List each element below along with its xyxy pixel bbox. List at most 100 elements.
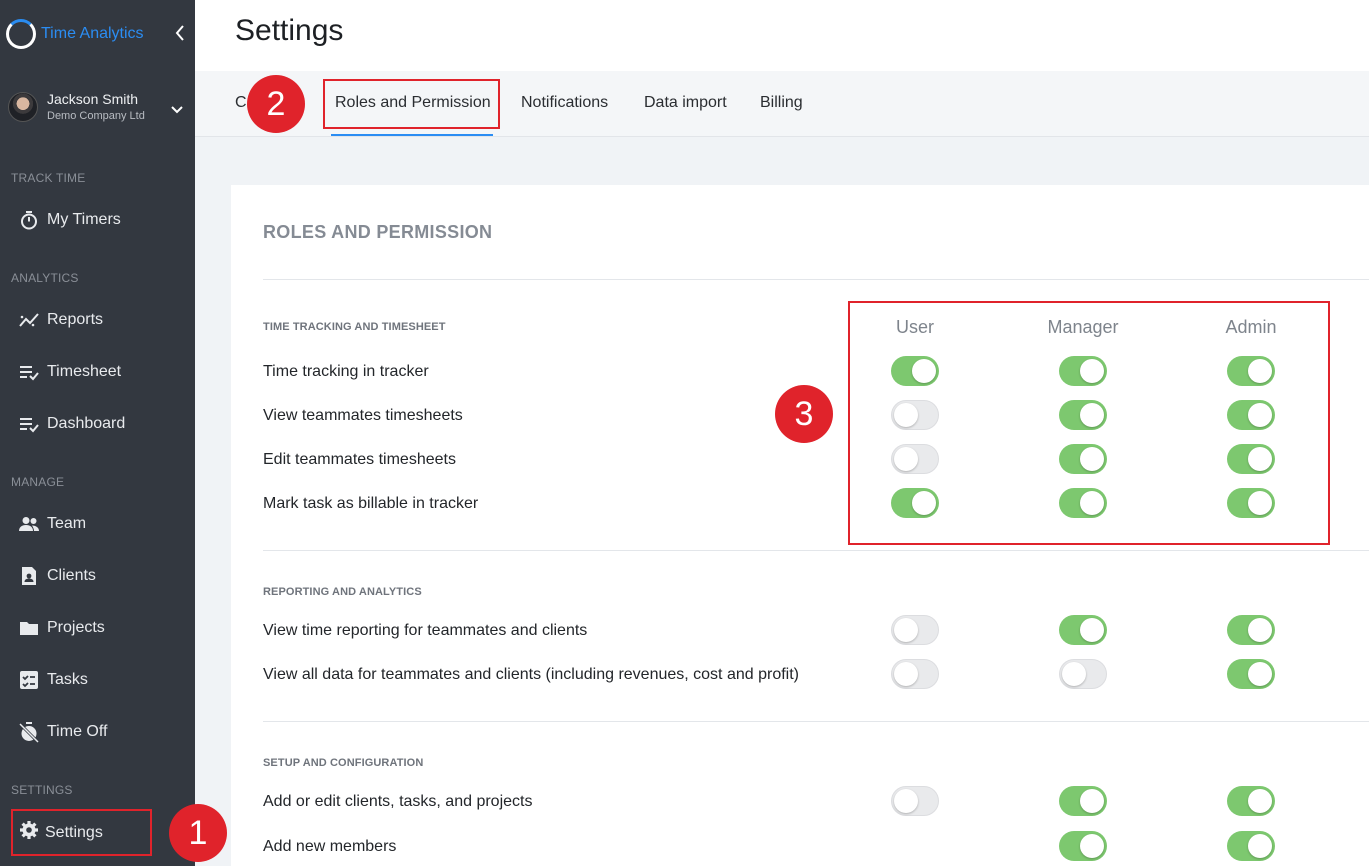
user-company: Demo Company Ltd: [47, 110, 145, 122]
sidebar-item-label: Team: [47, 515, 87, 532]
toggle-user[interactable]: [891, 444, 939, 474]
section-analytics: ANALYTICS: [11, 271, 79, 285]
page-title: Settings: [235, 14, 344, 47]
annotation-marker-2: 2: [247, 75, 305, 133]
toggle-knob: [1248, 403, 1272, 427]
sidebar-item-label: My Timers: [47, 211, 121, 228]
toggle-knob: [912, 359, 936, 383]
group-label-time-tracking: TIME TRACKING AND TIMESHEET: [263, 321, 446, 333]
tasks-icon: [18, 669, 40, 691]
toggle-user[interactable]: [891, 488, 939, 518]
permission-label: View teammates timesheets: [263, 407, 463, 424]
app-name: Time Analytics: [41, 25, 144, 42]
tab-company[interactable]: C: [235, 94, 247, 112]
toggle-knob: [894, 618, 918, 642]
app-logo[interactable]: Time Analytics: [6, 19, 144, 49]
toggle-knob: [1080, 403, 1104, 427]
sidebar-item-label: Clients: [47, 567, 96, 584]
toggle-knob: [1080, 789, 1104, 813]
chevron-down-icon[interactable]: [170, 102, 184, 120]
section-settings: SETTINGS: [11, 783, 73, 797]
toggle-user[interactable]: [891, 400, 939, 430]
tab-notifications[interactable]: Notifications: [521, 94, 608, 112]
toggle-admin[interactable]: [1227, 356, 1275, 386]
section-manage: MANAGE: [11, 475, 65, 489]
sidebar-item-label: Tasks: [47, 671, 88, 688]
logo-icon: [6, 19, 36, 49]
user-name: Jackson Smith: [47, 91, 139, 107]
sidebar-item-label: Settings: [45, 823, 103, 841]
group-label-reporting: REPORTING AND ANALYTICS: [263, 586, 422, 598]
permission-label: Add new members: [263, 838, 397, 855]
toggle-admin[interactable]: [1227, 831, 1275, 861]
toggle-knob: [1248, 834, 1272, 858]
header: Settings: [195, 0, 1369, 71]
annotation-marker-1: 1: [169, 804, 227, 862]
toggle-knob: [1248, 491, 1272, 515]
sidebar-item-settings[interactable]: Settings: [11, 809, 152, 856]
avatar: [8, 92, 38, 122]
permission-label: Mark task as billable in tracker: [263, 495, 479, 512]
group-label-setup: SETUP AND CONFIGURATION: [263, 757, 424, 769]
toggle-user[interactable]: [891, 356, 939, 386]
tab-data-import[interactable]: Data import: [644, 94, 727, 112]
annotation-marker-3: 3: [775, 385, 833, 443]
card-title: ROLES AND PERMISSION: [263, 222, 493, 242]
permission-label: Add or edit clients, tasks, and projects: [263, 793, 533, 810]
toggle-user[interactable]: [891, 786, 939, 816]
toggle-admin[interactable]: [1227, 615, 1275, 645]
toggle-manager[interactable]: [1059, 444, 1107, 474]
toggle-knob: [1080, 359, 1104, 383]
toggle-manager[interactable]: [1059, 400, 1107, 430]
toggle-user[interactable]: [891, 615, 939, 645]
roles-permission-card: ROLES AND PERMISSION User Manager Admin …: [231, 185, 1369, 866]
toggle-admin[interactable]: [1227, 444, 1275, 474]
people-icon: [18, 513, 40, 535]
toggle-user[interactable]: [891, 659, 939, 689]
sidebar-item-time-off[interactable]: Time Off: [18, 719, 107, 745]
list-check-icon: [18, 361, 40, 383]
sidebar-item-dashboard[interactable]: Dashboard: [18, 411, 125, 437]
settings-tabs: C Roles and Permission Notifications Dat…: [195, 71, 1369, 137]
sidebar-item-reports[interactable]: Reports: [18, 307, 103, 333]
toggle-knob: [1248, 447, 1272, 471]
collapse-sidebar-icon[interactable]: [174, 24, 186, 42]
folder-icon: [18, 617, 40, 639]
sidebar-item-team[interactable]: Team: [18, 511, 86, 537]
toggle-admin[interactable]: [1227, 786, 1275, 816]
sidebar: Time Analytics Jackson Smith Demo Compan…: [0, 0, 195, 866]
toggle-admin[interactable]: [1227, 400, 1275, 430]
toggle-manager[interactable]: [1059, 659, 1107, 689]
toggle-admin[interactable]: [1227, 659, 1275, 689]
toggle-knob: [1248, 662, 1272, 686]
section-track-time: TRACK TIME: [11, 171, 86, 185]
permission-label: View all data for teammates and clients …: [263, 666, 799, 683]
permission-label: Time tracking in tracker: [263, 363, 429, 380]
gear-icon: [19, 820, 39, 845]
sidebar-item-label: Timesheet: [47, 363, 122, 380]
toggle-manager[interactable]: [1059, 831, 1107, 861]
active-tab-indicator: [331, 134, 493, 136]
toggle-knob: [894, 403, 918, 427]
user-menu[interactable]: Jackson Smith Demo Company Ltd: [8, 90, 188, 124]
timer-off-icon: [18, 721, 40, 743]
toggle-knob: [1248, 789, 1272, 813]
divider: [263, 279, 1369, 280]
toggle-manager[interactable]: [1059, 356, 1107, 386]
toggle-manager[interactable]: [1059, 786, 1107, 816]
toggle-manager[interactable]: [1059, 615, 1107, 645]
sidebar-item-projects[interactable]: Projects: [18, 615, 105, 641]
toggle-knob: [1080, 491, 1104, 515]
sidebar-item-clients[interactable]: Clients: [18, 563, 96, 589]
sidebar-item-my-timers[interactable]: My Timers: [18, 207, 121, 233]
toggle-knob: [1062, 662, 1086, 686]
sidebar-item-timesheet[interactable]: Timesheet: [18, 359, 121, 385]
trend-icon: [18, 309, 40, 331]
toggle-admin[interactable]: [1227, 488, 1275, 518]
toggle-knob: [1080, 447, 1104, 471]
tab-billing[interactable]: Billing: [760, 94, 803, 112]
sidebar-item-label: Projects: [47, 619, 105, 636]
toggle-manager[interactable]: [1059, 488, 1107, 518]
permission-label: Edit teammates timesheets: [263, 451, 456, 468]
sidebar-item-tasks[interactable]: Tasks: [18, 667, 88, 693]
